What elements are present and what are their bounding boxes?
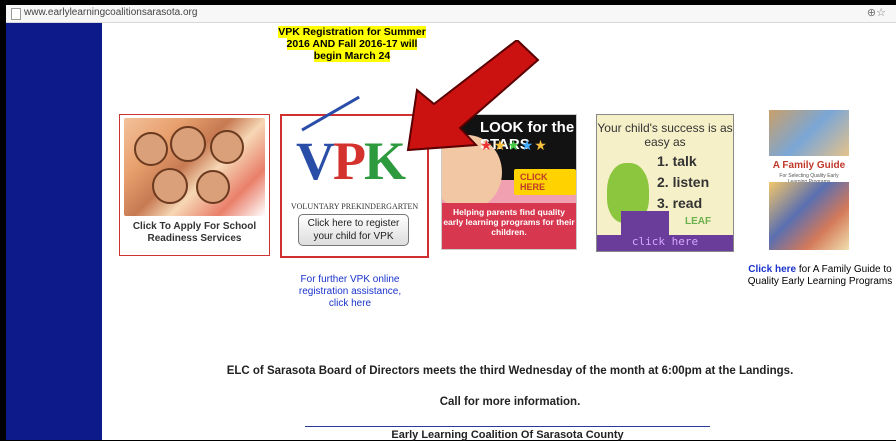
stars-click-button[interactable]: CLICK HERE — [514, 169, 576, 195]
child-face — [210, 130, 244, 164]
guide-title: A Family Guide — [772, 160, 846, 171]
book-icon — [621, 211, 669, 235]
school-readiness-caption[interactable]: Click To Apply For School Readiness Serv… — [120, 221, 269, 245]
vpk-logo-p: P — [333, 131, 366, 191]
guide-photo-top — [769, 110, 849, 156]
children-photo — [124, 118, 265, 216]
vpk-logo-v: V — [296, 131, 335, 191]
red-arrow-icon — [406, 40, 540, 152]
vpk-assistance-link[interactable]: For further VPK online registration assi… — [292, 274, 408, 310]
call-notice: Call for more information. — [439, 396, 581, 408]
child-face — [152, 168, 188, 204]
board-meeting-notice: ELC of Sarasota Board of Directors meets… — [226, 365, 794, 377]
leaf-label: LEAF — [685, 216, 712, 227]
child-face — [134, 132, 168, 166]
org-name: Early Learning Coalition Of Sarasota Cou… — [391, 429, 624, 441]
child-face — [196, 170, 230, 204]
family-guide-card[interactable]: A Family Guide For Selecting Quality Ear… — [769, 110, 849, 250]
vpk-subtitle: VOLUNTARY PREKINDERGARTEN — [290, 202, 419, 211]
url-text[interactable]: www.earlylearningcoalitionsarasota.org — [24, 7, 197, 18]
family-guide-text: Click here for A Family Guide to Quality… — [745, 264, 895, 288]
talk-click-here[interactable]: click here — [597, 235, 733, 251]
listen-item: 2. listen — [657, 174, 710, 190]
talk-listen-read-card[interactable]: Your child's success is as easy as 1. ta… — [596, 114, 734, 252]
address-bar[interactable]: www.earlylearningcoalitionsarasota.org ⊕… — [6, 5, 896, 23]
left-sidebar — [6, 23, 102, 440]
school-readiness-card[interactable]: Click To Apply For School Readiness Serv… — [119, 114, 270, 256]
talk-intro: Your child's success is as easy as — [597, 121, 733, 149]
stars-tagline: Helping parents find quality early learn… — [442, 203, 576, 249]
child-face — [170, 126, 206, 162]
page-icon — [11, 8, 21, 20]
talk-list: 1. talk 2. listen 3. read — [657, 151, 709, 214]
read-item: 3. read — [657, 195, 703, 211]
divider — [305, 426, 710, 427]
register-vpk-button[interactable]: Click here to register your child for VP… — [298, 214, 409, 246]
talk-item: 1. talk — [657, 153, 697, 169]
guide-photo-bottom — [769, 182, 849, 250]
family-guide-link[interactable]: Click here — [748, 264, 796, 275]
zoom-icon[interactable]: ⊕☆ — [867, 6, 886, 19]
vpk-logo: VPK — [296, 131, 406, 191]
